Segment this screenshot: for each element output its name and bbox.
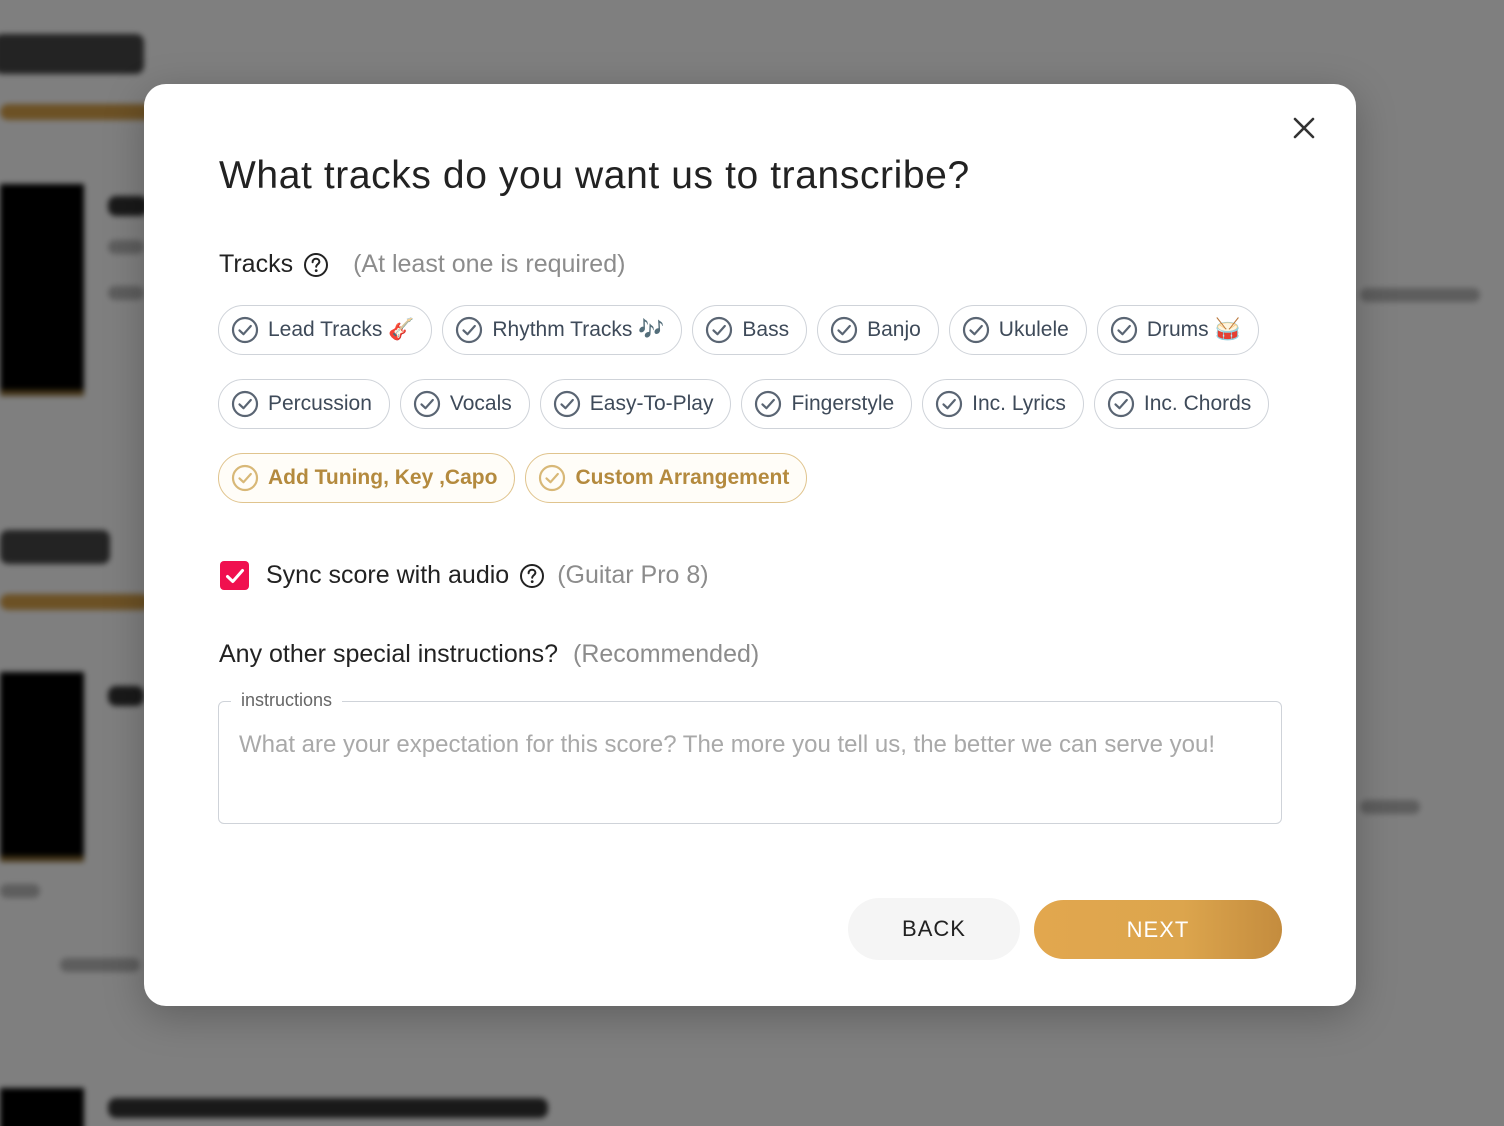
- chip-fingerstyle[interactable]: Fingerstyle: [741, 379, 913, 429]
- chip-label: Lead Tracks 🎸: [268, 318, 415, 341]
- chip-label: Bass: [742, 318, 790, 341]
- chip-label: Fingerstyle: [791, 392, 895, 415]
- tracks-label-row: Tracks (At least one is required): [219, 250, 625, 279]
- check-circle-icon: [705, 316, 733, 344]
- check-circle-icon: [1110, 316, 1138, 344]
- check-circle-icon: [231, 390, 259, 418]
- chip-ukulele[interactable]: Ukulele: [948, 305, 1087, 355]
- instructions-field: instructions: [218, 690, 1282, 824]
- check-circle-icon: [231, 316, 259, 344]
- chip-inc-chords[interactable]: Inc. Chords: [1093, 379, 1270, 429]
- track-chips: Lead Tracks 🎸 Rhythm Tracks 🎶 Bass Banjo Uku…: [218, 305, 1298, 527]
- chip-label: Custom Arrangement: [575, 466, 790, 489]
- instructions-legend: instructions: [231, 690, 343, 711]
- check-circle-icon: [538, 464, 566, 492]
- modal-title: What tracks do you want us to transcribe…: [219, 154, 970, 197]
- chip-rhythm-tracks[interactable]: Rhythm Tracks 🎶: [442, 305, 683, 355]
- chip-label: Percussion: [268, 392, 372, 415]
- close-icon: [1293, 117, 1315, 139]
- tracks-hint: (At least one is required): [353, 250, 626, 278]
- chip-drums[interactable]: Drums 🥁: [1096, 305, 1259, 355]
- back-button[interactable]: BACK: [848, 898, 1020, 960]
- chip-lead-tracks[interactable]: Lead Tracks 🎸: [218, 305, 433, 355]
- chip-percussion[interactable]: Percussion: [218, 379, 390, 429]
- chip-label: Drums 🥁: [1146, 318, 1241, 341]
- chip-inc-lyrics[interactable]: Inc. Lyrics: [922, 379, 1084, 429]
- sync-label[interactable]: Sync score with audio: [266, 561, 509, 590]
- check-circle-icon: [935, 390, 963, 418]
- chip-vocals[interactable]: Vocals: [399, 379, 530, 429]
- chip-label: Inc. Lyrics: [972, 392, 1066, 415]
- chip-row: Percussion Vocals Easy-To-Play Fingerstyle I…: [218, 379, 1298, 429]
- checkmark-icon: [225, 568, 244, 583]
- chip-label: Add Tuning, Key ,Capo: [268, 466, 498, 489]
- sync-row: Sync score with audio (Guitar Pro 8): [220, 561, 709, 590]
- chip-label: Easy-To-Play: [589, 392, 714, 415]
- chip-row: Add Tuning, Key ,Capo Custom Arrangement: [218, 453, 1298, 503]
- check-circle-icon: [754, 390, 782, 418]
- tracks-help-icon[interactable]: [303, 252, 329, 278]
- special-instructions-row: Any other special instructions? (Recomme…: [219, 640, 759, 669]
- transcribe-tracks-modal: What tracks do you want us to transcribe…: [144, 84, 1356, 1006]
- tracks-label: Tracks: [219, 250, 294, 278]
- check-circle-icon: [455, 316, 483, 344]
- check-circle-icon: [830, 316, 858, 344]
- chip-add-tuning-key-capo[interactable]: Add Tuning, Key ,Capo: [218, 453, 516, 503]
- close-button[interactable]: [1286, 110, 1322, 146]
- special-instructions-label: Any other special instructions?: [219, 640, 559, 668]
- next-button[interactable]: NEXT: [1034, 900, 1282, 959]
- chip-label: Rhythm Tracks 🎶: [492, 318, 665, 341]
- check-circle-icon: [413, 390, 441, 418]
- chip-label: Banjo: [867, 318, 921, 341]
- sync-hint: (Guitar Pro 8): [557, 561, 709, 589]
- chip-banjo[interactable]: Banjo: [817, 305, 939, 355]
- chip-row: Lead Tracks 🎸 Rhythm Tracks 🎶 Bass Banjo Uku…: [218, 305, 1298, 355]
- chip-label: Ukulele: [998, 318, 1069, 341]
- check-circle-icon: [231, 464, 259, 492]
- check-circle-icon: [1107, 390, 1135, 418]
- check-circle-icon: [553, 390, 581, 418]
- sync-help-icon[interactable]: [519, 563, 545, 589]
- sync-checkbox[interactable]: [220, 561, 249, 590]
- chip-label: Inc. Chords: [1143, 392, 1252, 415]
- instructions-input[interactable]: [239, 730, 1259, 810]
- chip-custom-arrangement[interactable]: Custom Arrangement: [525, 453, 808, 503]
- chip-bass[interactable]: Bass: [692, 305, 808, 355]
- chip-label: Vocals: [449, 392, 512, 415]
- chip-easy-to-play[interactable]: Easy-To-Play: [539, 379, 732, 429]
- check-circle-icon: [962, 316, 990, 344]
- special-instructions-hint: (Recommended): [573, 640, 760, 668]
